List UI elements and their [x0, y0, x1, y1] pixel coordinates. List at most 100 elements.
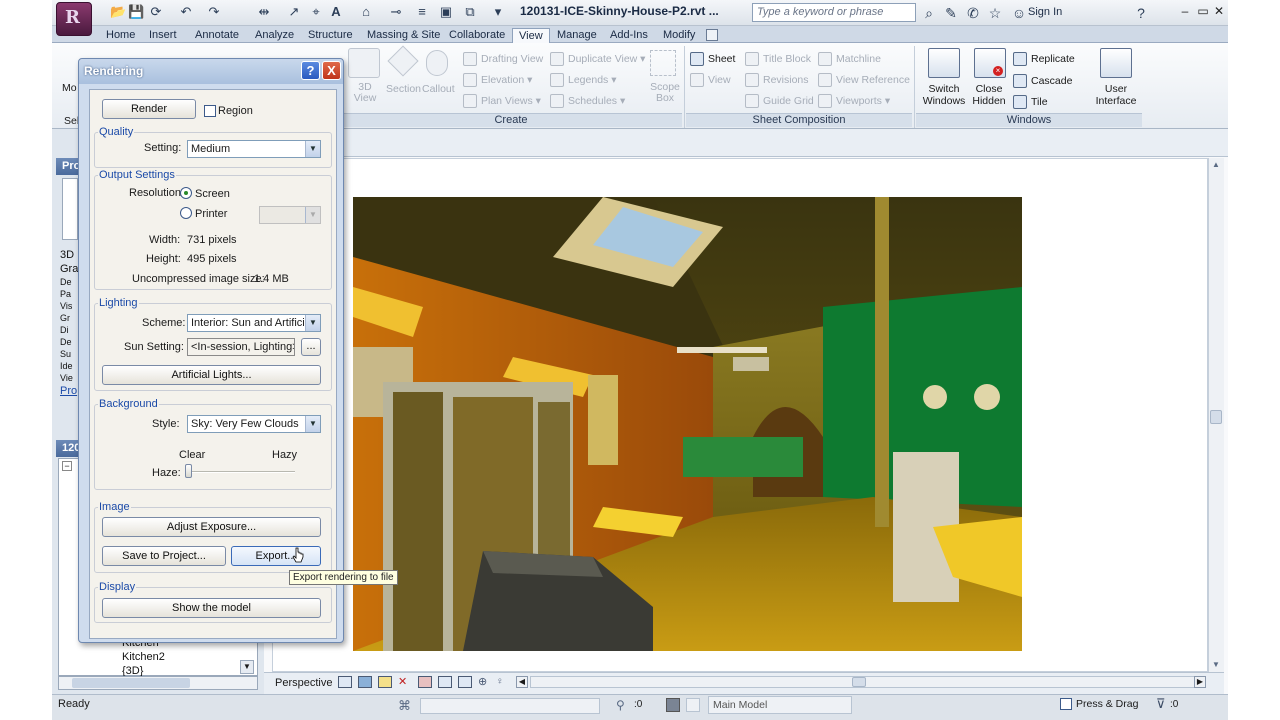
- switch-windows-icon[interactable]: ⧉: [462, 4, 478, 20]
- hscroll-thumb[interactable]: [852, 677, 866, 687]
- legends-button[interactable]: Legends ▾: [550, 73, 617, 88]
- schedules-button[interactable]: Schedules ▾: [550, 94, 625, 109]
- section-icon[interactable]: ⊸: [388, 4, 404, 20]
- sheet-button[interactable]: Sheet: [690, 52, 735, 67]
- quality-setting-dropdown[interactable]: Medium ▼: [187, 140, 321, 158]
- haze-slider-track[interactable]: [187, 471, 295, 473]
- scroll-down-icon[interactable]: ▼: [1210, 660, 1222, 672]
- exclude-options-icon[interactable]: [686, 698, 700, 712]
- tab-add-ins[interactable]: Add-Ins: [604, 28, 654, 43]
- show-crop-icon[interactable]: [458, 676, 472, 688]
- tab-home[interactable]: Home: [100, 28, 141, 43]
- artificial-lights-button[interactable]: Artificial Lights...: [102, 365, 321, 385]
- subscription-icon[interactable]: ✎: [942, 4, 960, 22]
- background-style-dropdown[interactable]: Sky: Very Few Clouds ▼: [187, 415, 321, 433]
- sun-path-icon[interactable]: [378, 676, 392, 688]
- region-checkbox[interactable]: [204, 105, 216, 117]
- lighting-scheme-dropdown[interactable]: Interior: Sun and Artificial ▼: [187, 314, 321, 332]
- revisions-button[interactable]: Revisions: [745, 73, 809, 88]
- scope-box-icon[interactable]: [650, 50, 676, 76]
- switch-windows-button[interactable]: Switch Windows: [922, 83, 966, 107]
- show-model-button[interactable]: Show the model: [102, 598, 321, 618]
- close-hidden-icon[interactable]: ▣: [438, 4, 454, 20]
- tag-icon[interactable]: ⌖: [308, 4, 324, 20]
- default-3d-view-icon[interactable]: ⌂: [358, 4, 374, 20]
- guide-grid-button[interactable]: Guide Grid: [745, 94, 814, 109]
- visual-style-icon[interactable]: [358, 676, 372, 688]
- tab-analyze[interactable]: Analyze: [249, 28, 300, 43]
- 3d-view-icon[interactable]: [348, 48, 380, 78]
- callout-button[interactable]: Callout: [422, 82, 455, 96]
- printer-radio[interactable]: [180, 207, 192, 219]
- restore-icon[interactable]: ▭: [1196, 4, 1210, 18]
- user-interface-icon[interactable]: [1100, 48, 1132, 78]
- crop-view-icon[interactable]: [438, 676, 452, 688]
- help-icon[interactable]: ?: [1132, 4, 1150, 22]
- workset-combo[interactable]: [420, 698, 600, 714]
- close-button[interactable]: X: [322, 61, 341, 80]
- tile-button[interactable]: Tile: [1013, 95, 1048, 110]
- haze-slider-thumb[interactable]: [185, 464, 192, 478]
- tree-item-kitchen2[interactable]: Kitchen2: [122, 650, 165, 664]
- design-option-combo[interactable]: Main Model: [708, 696, 852, 714]
- help-button[interactable]: ?: [301, 61, 320, 80]
- scroll-up-icon[interactable]: ▲: [1210, 160, 1222, 172]
- press-drag-checkbox[interactable]: [1060, 698, 1072, 710]
- matchline-button[interactable]: Matchline: [818, 52, 881, 67]
- worksets-icon[interactable]: ⌘: [398, 698, 414, 714]
- close-hidden-button[interactable]: Close Hidden: [968, 83, 1010, 107]
- design-options-icon[interactable]: [666, 698, 680, 712]
- duplicate-view-button[interactable]: Duplicate View ▾: [550, 52, 645, 67]
- window-close-icon[interactable]: ✕: [1212, 4, 1226, 18]
- replicate-button[interactable]: Replicate: [1013, 52, 1075, 67]
- view-scale-label[interactable]: Perspective: [275, 677, 332, 689]
- measure-icon[interactable]: ⇹: [256, 4, 272, 20]
- editing-requests-icon[interactable]: ⚲: [616, 698, 630, 714]
- tab-annotate[interactable]: Annotate: [189, 28, 245, 43]
- favorites-star-icon[interactable]: ☆: [986, 4, 1004, 22]
- filter-icon[interactable]: ⊽: [1156, 696, 1170, 712]
- undo-icon[interactable]: ↶: [178, 4, 194, 20]
- section-button[interactable]: Section: [386, 82, 421, 96]
- properties-help-link[interactable]: Pro: [60, 384, 78, 398]
- sun-setting-browse-button[interactable]: ...: [301, 338, 321, 356]
- tab-insert[interactable]: Insert: [143, 28, 183, 43]
- hscroll-left-icon[interactable]: ◀: [516, 676, 528, 688]
- vscroll-thumb[interactable]: [1210, 410, 1222, 424]
- cascade-button[interactable]: Cascade: [1013, 74, 1072, 89]
- hscroll-right-icon[interactable]: ▶: [1194, 676, 1206, 688]
- binoculars-icon[interactable]: ⌕: [920, 4, 938, 22]
- elevation-button[interactable]: Elevation ▾: [463, 73, 532, 88]
- dialog-title-bar[interactable]: Rendering ? X: [79, 59, 343, 84]
- adjust-exposure-button[interactable]: Adjust Exposure...: [102, 517, 321, 537]
- scope-box-button[interactable]: Scope Box: [650, 82, 680, 104]
- switch-windows-icon-large[interactable]: [928, 48, 960, 78]
- view-reference-button[interactable]: View Reference: [818, 73, 910, 88]
- 3d-view-button[interactable]: 3D View: [352, 82, 378, 104]
- tab-manage[interactable]: Manage: [551, 28, 603, 43]
- temp-hide-icon[interactable]: ♀: [496, 676, 506, 688]
- text-icon[interactable]: A: [328, 4, 344, 20]
- save-to-project-button[interactable]: Save to Project...: [102, 546, 226, 566]
- tab-collaborate[interactable]: Collaborate: [443, 28, 511, 43]
- screen-radio[interactable]: [180, 187, 192, 199]
- collapse-icon[interactable]: −: [62, 461, 72, 471]
- viewports-button[interactable]: Viewports ▾: [818, 94, 890, 109]
- redo-icon[interactable]: ↷: [206, 4, 222, 20]
- lock-view-icon[interactable]: ⊕: [478, 676, 492, 688]
- open-icon[interactable]: 📂: [110, 4, 126, 20]
- application-menu-button[interactable]: R: [56, 2, 92, 36]
- browser-hscroll-thumb[interactable]: [72, 678, 190, 688]
- shadows-icon[interactable]: ✕: [398, 676, 412, 688]
- qat-dropdown-icon[interactable]: ▾: [490, 4, 506, 20]
- export-button[interactable]: Export...: [231, 546, 321, 566]
- tab-view[interactable]: View: [512, 28, 550, 43]
- communication-icon[interactable]: ✆: [964, 4, 982, 22]
- render-button[interactable]: Render: [102, 99, 196, 119]
- tab-structure[interactable]: Structure: [302, 28, 359, 43]
- sign-in-link[interactable]: Sign In: [1028, 6, 1062, 18]
- sun-setting-field[interactable]: <In-session, Lighting>: [187, 338, 295, 356]
- aligned-dimension-icon[interactable]: ↗: [286, 4, 302, 20]
- sync-icon[interactable]: ⟳: [148, 4, 164, 20]
- render-dialog-icon[interactable]: [418, 676, 432, 688]
